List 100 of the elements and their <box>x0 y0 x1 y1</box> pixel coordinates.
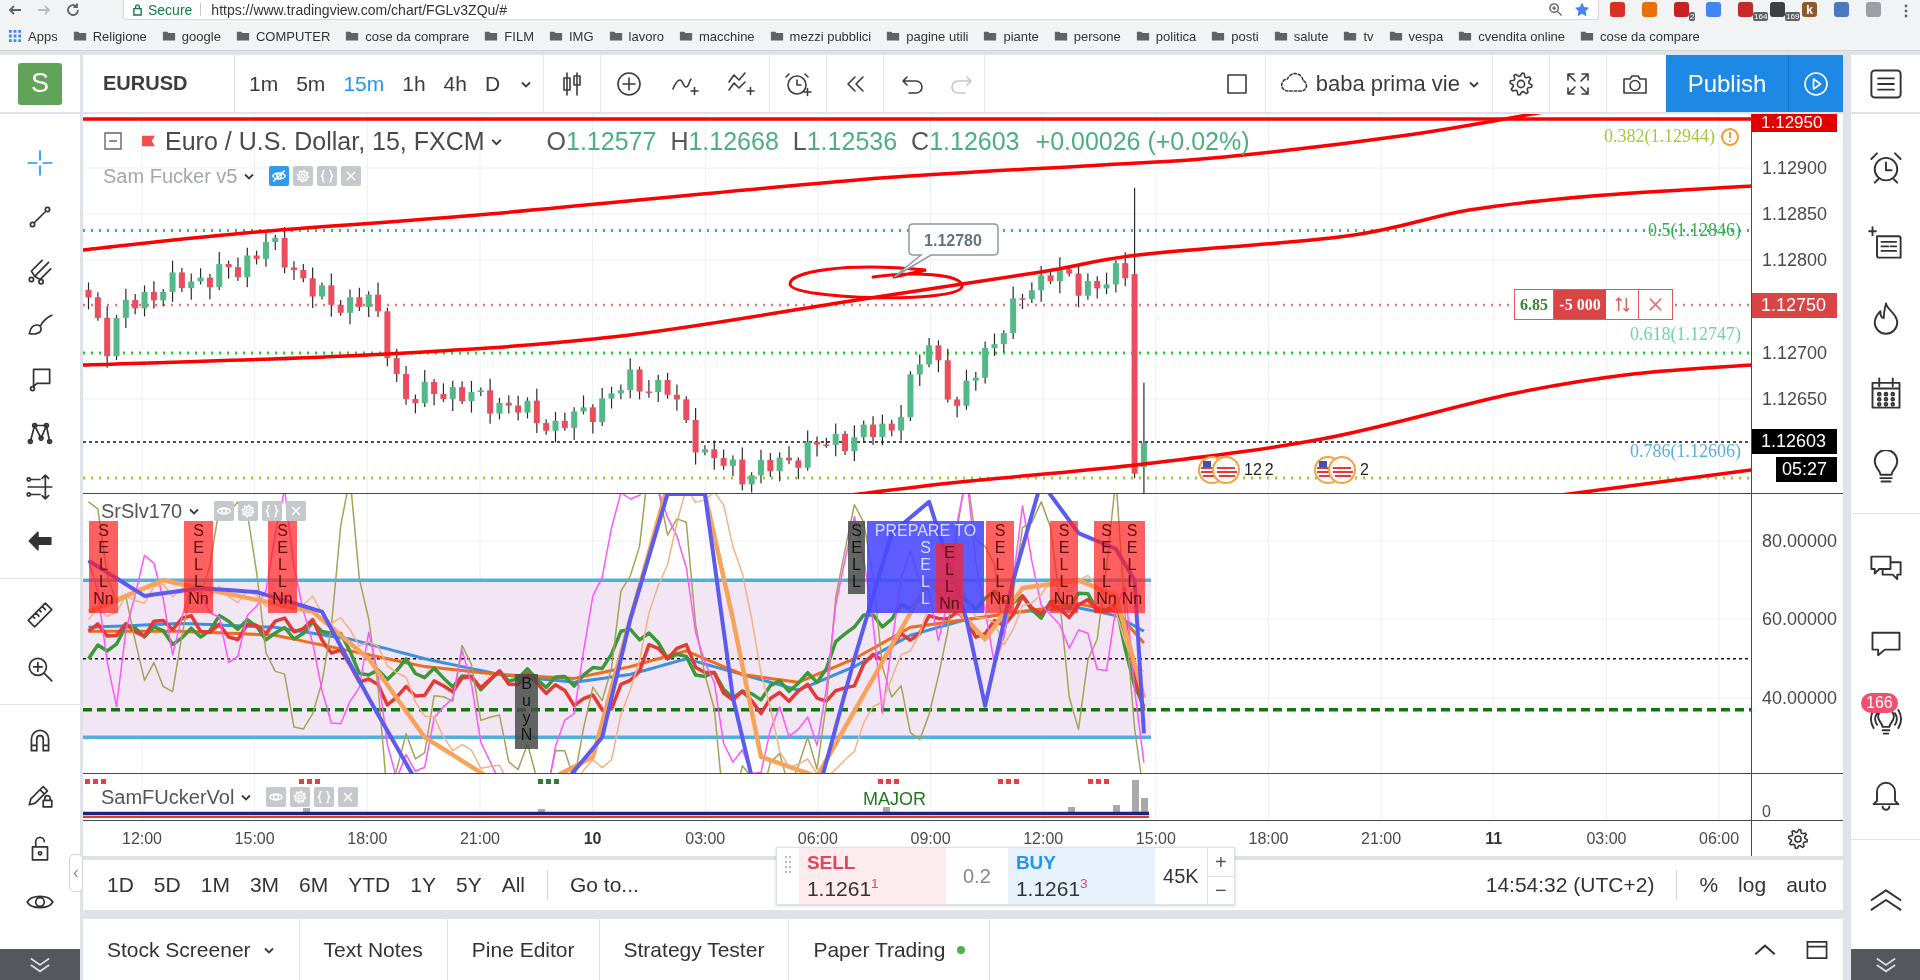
bookmark-folder[interactable]: piante <box>983 28 1039 44</box>
layout-button[interactable]: baba prima vie <box>1265 55 1492 112</box>
sell-button[interactable]: SELL 1.1261$^{1}$ <box>798 848 946 904</box>
time-label: 21:00 <box>459 829 500 848</box>
study-name-button[interactable]: SamFUckerVol <box>101 785 253 809</box>
signal-marker <box>85 779 106 784</box>
time-label: 21:00 <box>1361 829 1402 848</box>
extension-badge: 169 <box>1785 12 1801 21</box>
interval-button[interactable]: 1m <box>240 55 288 112</box>
value-tick-label: 80.00000 <box>1762 530 1838 552</box>
volume-bar <box>883 807 890 814</box>
extension-badge: 2 <box>1689 12 1696 21</box>
chart-lines-plus-icon <box>727 69 756 98</box>
bookmark-folder[interactable]: COMPUTER <box>235 28 331 44</box>
scale-button[interactable]: auto <box>1776 860 1837 910</box>
buy-button[interactable]: BUY 1.1261$^{3}$ <box>1007 848 1155 904</box>
interval-button[interactable]: 4h <box>434 55 476 112</box>
interval-button[interactable]: 1h <box>393 55 435 112</box>
value-tick-label: 0 <box>1762 803 1771 820</box>
collapse-bar[interactable] <box>0 949 80 980</box>
bookmark-folder[interactable]: posti <box>1211 28 1259 44</box>
panel-tab[interactable]: Paper Trading <box>789 919 991 980</box>
go-to-button[interactable]: Go to... <box>560 860 649 910</box>
increase-button[interactable]: + <box>1207 848 1234 877</box>
interval-button[interactable]: 5m <box>287 55 335 112</box>
bookmark-folder[interactable]: cose da compare <box>1580 28 1700 44</box>
symbol-search-button[interactable]: EURUSD <box>83 55 235 112</box>
study-name-button[interactable]: SrSlv170 <box>101 499 201 523</box>
bookmark-folder[interactable]: politica <box>1135 28 1197 44</box>
range-button[interactable]: 1D <box>97 860 144 910</box>
bookmark-folder[interactable]: tv <box>1343 28 1374 44</box>
range-button[interactable]: 1Y <box>400 860 446 910</box>
ohlc-label: L <box>792 126 807 155</box>
range-button[interactable]: All <box>491 860 535 910</box>
signal-heading: PREPARE TO <box>874 522 977 539</box>
volume-bar <box>1132 780 1139 814</box>
braces-icon <box>316 789 333 805</box>
window-icon <box>1804 938 1830 961</box>
quantity-field[interactable]: 45K <box>1154 848 1208 904</box>
address-bar[interactable]: Secure https://www.tradingview.com/chart/FGLv3ZQu/# <box>123 0 1599 20</box>
grip-icon[interactable] <box>783 854 792 875</box>
bookmark-folder[interactable]: google <box>161 28 221 44</box>
range-button[interactable]: YTD <box>338 860 401 910</box>
braces-icon <box>264 503 281 519</box>
bookmark-folder[interactable]: macchine <box>678 28 755 44</box>
time-label: 06:00 <box>797 829 838 848</box>
range-button[interactable]: 5Y <box>445 860 492 910</box>
range-button[interactable]: 6M <box>289 860 339 910</box>
range-button[interactable]: 5D <box>143 860 191 910</box>
scale-button[interactable]: % <box>1689 860 1729 910</box>
bookmark-folder[interactable]: cvendita online <box>1458 28 1565 44</box>
decrease-button[interactable]: − <box>1207 876 1234 904</box>
lock-icon <box>132 3 143 16</box>
bookmark-folder[interactable]: salute <box>1273 28 1329 44</box>
scale-button[interactable]: log <box>1728 860 1777 910</box>
timezone-button[interactable]: 14:54:32 (UTC+2) <box>1475 860 1665 910</box>
star-icon[interactable] <box>1574 1 1590 18</box>
flag-badge-icon[interactable] <box>1197 455 1241 485</box>
panel-tab[interactable]: Stock Screener <box>83 919 300 980</box>
range-button[interactable]: 1M <box>190 860 240 910</box>
folder-icon <box>72 29 87 43</box>
extension-icon[interactable]: k <box>1802 2 1817 17</box>
zoom-icon[interactable] <box>1548 2 1563 17</box>
event-count: 2 <box>1264 461 1274 479</box>
time-label: 11 <box>1485 829 1503 848</box>
bookmark-folder[interactable]: cose da comprare <box>345 28 470 44</box>
flag-badge-icon[interactable] <box>1313 455 1357 485</box>
symbol-title-button[interactable]: Euro / U.S. Dollar, 15, FXCM <box>165 126 503 156</box>
bookmark-folder[interactable]: vespa <box>1388 28 1444 44</box>
play-button[interactable] <box>1788 55 1843 112</box>
collapse-icon[interactable] <box>103 131 123 151</box>
volume-bar <box>303 808 310 814</box>
bookmark-folder[interactable]: IMG <box>548 28 594 44</box>
eye-off-icon <box>271 168 288 184</box>
signal-label: ELL Nn <box>936 543 963 613</box>
extension-icon[interactable] <box>1770 2 1785 17</box>
bookmark-folder[interactable]: mezzi pubblici <box>769 28 872 44</box>
time-label: 09:00 <box>910 829 951 848</box>
status-dot-icon <box>957 945 966 954</box>
bookmark-folder[interactable]: persone <box>1053 28 1121 44</box>
panel-tab[interactable]: Strategy Tester <box>599 919 790 980</box>
visibility-button[interactable] <box>269 166 290 186</box>
bookmark-folder[interactable]: lavoro <box>608 28 664 44</box>
publish-button[interactable]: Publish <box>1666 55 1788 112</box>
panel-tab[interactable]: Text Notes <box>299 919 448 980</box>
bookmark-folder[interactable]: Religione <box>72 28 147 44</box>
collapse-bar[interactable] <box>1851 949 1920 980</box>
bookmark-folder[interactable]: FILM <box>484 28 534 44</box>
bookmark-folder[interactable]: pagine utili <box>886 28 969 44</box>
apps-shortcut[interactable]: Apps <box>8 28 58 44</box>
price-tick-label: 1.12850 <box>1762 203 1828 225</box>
range-button[interactable]: 3M <box>239 860 290 910</box>
settings-icon <box>1507 69 1535 98</box>
reload-icon[interactable] <box>65 2 81 18</box>
close-icon <box>1647 296 1664 313</box>
interval-button[interactable]: D <box>475 55 510 112</box>
time-label: 18:00 <box>347 829 388 848</box>
panel-tab[interactable]: Pine Editor <box>447 919 600 980</box>
settings-icon <box>295 168 312 184</box>
settings-icon <box>240 503 257 519</box>
